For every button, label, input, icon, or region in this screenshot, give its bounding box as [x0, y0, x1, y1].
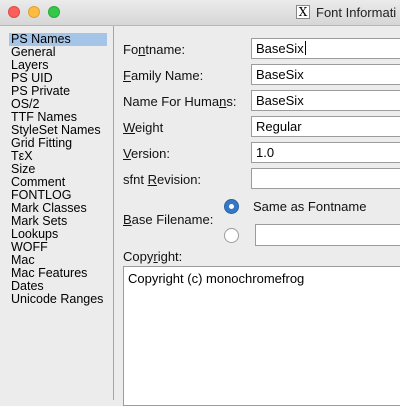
name-for-humans-field[interactable]: BaseSix: [251, 90, 400, 111]
copyright-textarea[interactable]: Copyright (c) monochromefrog: [123, 266, 400, 406]
family-name-label: Family Name:: [123, 68, 204, 83]
version-field[interactable]: 1.0: [251, 142, 400, 163]
weight-field[interactable]: Regular: [251, 116, 400, 137]
minimize-window-button[interactable]: [28, 6, 40, 18]
base-filename-label: Base Filename:: [123, 212, 214, 227]
same-as-fontname-radio[interactable]: [224, 199, 239, 214]
fontname-field[interactable]: BaseSix: [251, 38, 400, 59]
sidebar-divider: [113, 26, 114, 400]
weight-label: Weight: [123, 120, 164, 135]
sidebar: PS Names General Layers PS UID PS Privat…: [0, 26, 112, 400]
sfnt-revision-label: sfnt Revision:: [123, 172, 202, 187]
version-label: Version:: [123, 146, 170, 161]
text-caret: [304, 41, 306, 55]
title-bar: X Font Informati: [0, 0, 400, 26]
window-title: Font Informati: [316, 5, 397, 20]
x11-icon: X: [296, 5, 310, 19]
copyright-label: Copyright:: [123, 249, 183, 264]
same-as-fontname-label: Same as Fontname: [253, 199, 367, 214]
custom-filename-radio[interactable]: [224, 228, 239, 243]
sidebar-item-unicode-ranges[interactable]: Unicode Ranges: [11, 293, 103, 306]
name-for-humans-label: Name For Humans:: [123, 94, 237, 109]
close-window-button[interactable]: [8, 6, 20, 18]
family-name-field[interactable]: BaseSix: [251, 64, 400, 85]
sfnt-revision-field[interactable]: [251, 168, 400, 189]
zoom-window-button[interactable]: [48, 6, 60, 18]
base-filename-field[interactable]: [255, 224, 400, 246]
fontname-label: Fontname:: [123, 42, 186, 57]
